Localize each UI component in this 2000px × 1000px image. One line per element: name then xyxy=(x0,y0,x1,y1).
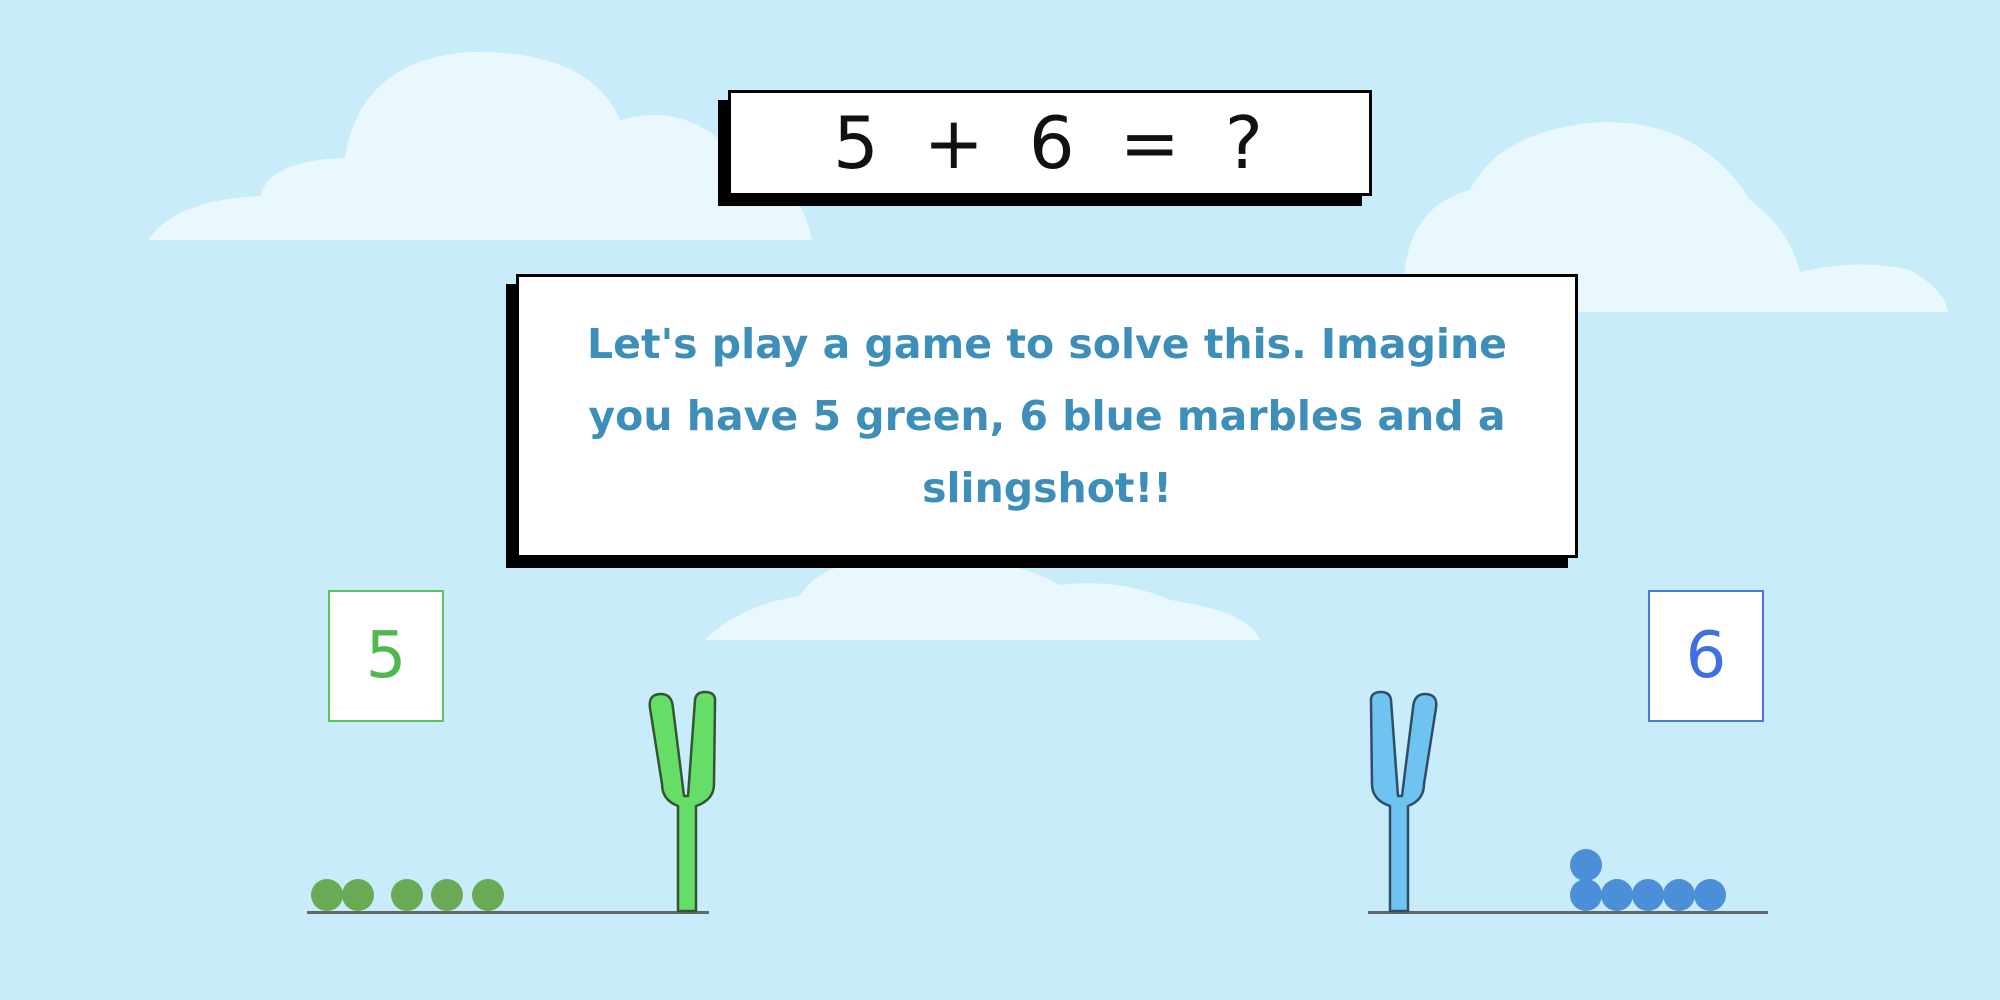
blue-count-card: 6 xyxy=(1648,590,1764,722)
blue-marble[interactable] xyxy=(1632,879,1664,911)
blue-count: 6 xyxy=(1685,619,1727,693)
green-slingshot[interactable] xyxy=(644,688,724,914)
green-marble[interactable] xyxy=(311,879,343,911)
equation-text: 5 + 6 = ? xyxy=(832,101,1268,185)
green-marble[interactable] xyxy=(472,879,504,911)
green-marble[interactable] xyxy=(431,879,463,911)
equation-box: 5 + 6 = ? xyxy=(728,90,1372,196)
story-text: Let's play a game to solve this. Imagine… xyxy=(587,320,1507,512)
story-box: Let's play a game to solve this. Imagine… xyxy=(516,274,1578,558)
green-marble[interactable] xyxy=(391,879,423,911)
blue-marble[interactable] xyxy=(1570,849,1602,881)
blue-marble[interactable] xyxy=(1570,879,1602,911)
blue-marble[interactable] xyxy=(1663,879,1695,911)
green-count-card: 5 xyxy=(328,590,444,722)
green-count: 5 xyxy=(365,619,407,693)
blue-marble[interactable] xyxy=(1694,879,1726,911)
blue-slingshot[interactable] xyxy=(1360,688,1440,914)
green-marble[interactable] xyxy=(342,879,374,911)
blue-marble[interactable] xyxy=(1601,879,1633,911)
